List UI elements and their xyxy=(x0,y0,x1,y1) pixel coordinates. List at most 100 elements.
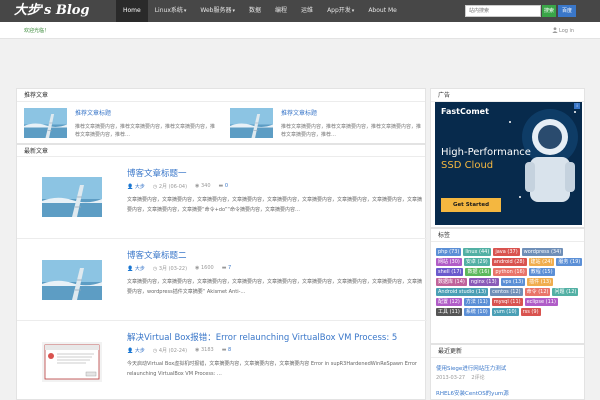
user-icon: 👤 xyxy=(127,348,134,354)
chevron-down-icon: ▾ xyxy=(232,8,236,14)
tag-link[interactable]: 方法 (11) xyxy=(463,298,490,306)
tag-link[interactable]: 插件 (13) xyxy=(527,278,554,286)
nav-item-1[interactable]: Linux系统▾ xyxy=(148,0,194,22)
tag-cloud-box: 标签 php (73) linux (44) java (37) wordpress … xyxy=(430,228,585,344)
post-title[interactable]: 博客文章标题二 xyxy=(127,249,187,261)
login-label: Log in xyxy=(559,28,575,34)
post-comments[interactable]: ▬ 8 xyxy=(222,347,232,354)
ad-headline: High-Performance xyxy=(441,147,531,158)
nav-item-6[interactable]: App开发▾ xyxy=(320,0,361,22)
tag-link[interactable]: nginx (13) xyxy=(468,278,499,286)
clock-icon: ◷ xyxy=(152,266,158,272)
ad-subheadline: SSD Cloud xyxy=(441,160,494,171)
nav-item-3[interactable]: 数据 xyxy=(242,0,268,22)
nav-item-7[interactable]: About Me xyxy=(361,0,404,22)
tag-link[interactable]: wordpress (34) xyxy=(521,248,564,256)
astronaut-illustration xyxy=(509,109,578,202)
featured-item[interactable]: 推荐文章标题 推荐文章摘要内容，推荐文章摘要内容，推荐文章摘要内容，推荐文章摘要… xyxy=(17,108,217,140)
tag-link[interactable]: shell (17) xyxy=(436,268,464,276)
nav-item-2[interactable]: Web服务器▾ xyxy=(193,0,242,22)
tag-link[interactable]: eclipse (11) xyxy=(524,298,558,306)
post-item: 博客文章标题二 👤 大步 ◷ 3月 (03-22) ◉ 1600 ▬ 7 文章摘… xyxy=(17,239,427,321)
tag-link[interactable]: php (73) xyxy=(436,248,462,256)
featured-item-title[interactable]: 推荐文章标题 xyxy=(75,108,111,117)
tag-link[interactable]: python (16) xyxy=(493,268,527,276)
tag-link[interactable]: 命令 (12) xyxy=(524,288,551,296)
post-author[interactable]: 👤 大步 xyxy=(127,183,145,190)
nav-item-4[interactable]: 编程 xyxy=(268,0,294,22)
recent-post-meta: 2013-03-27 2评论 xyxy=(436,375,485,381)
fastcomet-ad-banner[interactable]: FastComet High-Performance SSD Cloud Get… xyxy=(435,102,582,225)
login-link[interactable]: Log in xyxy=(552,27,574,34)
tag-link[interactable]: centos (12) xyxy=(490,288,523,296)
tag-link[interactable]: 建站 (24) xyxy=(528,258,555,266)
tag-link[interactable]: 教程 (15) xyxy=(528,268,555,276)
post-views: ◉ 3183 xyxy=(195,347,214,353)
chevron-down-icon: ▾ xyxy=(351,8,355,14)
featured-posts-box: 推荐文章 推荐文章标题 推荐文章摘要内容，推荐文章摘要内容，推荐文章摘要内容，推… xyxy=(16,88,426,144)
ad-info-icon[interactable]: i xyxy=(574,103,580,109)
featured-item[interactable]: 推荐文章标题 推荐文章摘要内容，推荐文章摘要内容，推荐文章摘要内容，推荐文章摘要… xyxy=(223,108,423,140)
comment-icon: ▬ xyxy=(218,183,224,189)
tag-link[interactable]: 数据 (16) xyxy=(465,268,492,276)
tag-link[interactable]: 网站 (30) xyxy=(436,258,462,266)
nav-item-label: About Me xyxy=(368,7,397,14)
tag-link[interactable]: 问题 (12) xyxy=(552,288,579,296)
recent-post-link[interactable]: RHEL6安装CentOS的yum源 xyxy=(436,389,509,397)
tag-link[interactable]: yum (10) xyxy=(491,308,519,316)
search-input[interactable] xyxy=(465,5,541,17)
post-author[interactable]: 👤 大步 xyxy=(127,347,145,354)
tag-link[interactable]: 配置 (12) xyxy=(436,298,462,306)
post-thumbnail[interactable] xyxy=(42,342,102,382)
welcome-bar: 欢迎光临！ Log in xyxy=(0,22,600,39)
post-comments[interactable]: ▬ 7 xyxy=(222,265,232,272)
tag-link[interactable]: Android studio (13) xyxy=(436,288,489,296)
nav-item-0[interactable]: Home xyxy=(116,0,148,22)
post-thumbnail[interactable] xyxy=(230,108,273,138)
eye-icon: ◉ xyxy=(195,183,200,189)
ad-cta-button[interactable]: Get Started xyxy=(441,198,501,212)
recent-post-link[interactable]: 使用Siege进行网站压力测试 xyxy=(436,364,506,372)
nav-item-label: App开发 xyxy=(327,7,351,14)
tag-link[interactable]: 工具 (11) xyxy=(436,308,462,316)
tag-link[interactable]: 安卓 (29) xyxy=(463,258,490,266)
tag-link[interactable]: android (28) xyxy=(491,258,527,266)
post-title[interactable]: 博客文章标题一 xyxy=(127,167,187,179)
post-excerpt: 今天启动Virtual Box虚拟机时报错，文章摘要内容，文章摘要内容，文章摘要… xyxy=(127,361,417,377)
tag-link[interactable]: linux (44) xyxy=(463,248,492,256)
tag-link[interactable]: java (37) xyxy=(493,248,520,256)
post-date: ◷ 4月 (02-24) xyxy=(152,348,188,354)
search-button[interactable]: 搜索 xyxy=(542,5,556,17)
tag-link[interactable]: 系统 (10) xyxy=(463,308,490,316)
welcome-text: 欢迎光临！ xyxy=(24,28,50,34)
latest-posts-box: 最新文章 博客文章标题一 👤 大步 ◷ 2月 (06-04) ◉ 340 ▬ 0… xyxy=(16,144,427,400)
nav-item-5[interactable]: 运维 xyxy=(294,0,320,22)
top-navbar: 大步's Blog Home Linux系统▾ Web服务器▾ 数据 编程 运维 App开发… xyxy=(0,0,600,22)
user-icon: 👤 xyxy=(127,184,134,190)
post-thumbnail[interactable] xyxy=(42,177,102,217)
tag-link[interactable]: rss (9) xyxy=(520,308,541,316)
baidu-search-button[interactable]: 百度 xyxy=(558,5,576,17)
featured-item-title[interactable]: 推荐文章标题 xyxy=(281,108,317,117)
post-views: ◉ 340 xyxy=(195,183,211,189)
post-thumbnail[interactable] xyxy=(42,260,102,300)
tag-link[interactable]: mysql (11) xyxy=(491,298,523,306)
post-title[interactable]: 解决Virtual Box报错：Error relaunching Virtua… xyxy=(127,331,397,343)
post-excerpt: 文章摘要内容，文章摘要内容，文章摘要内容，文章摘要内容，文章摘要内容，文章摘要内… xyxy=(127,197,423,213)
post-meta: 👤 大步 ◷ 3月 (03-22) ◉ 1600 ▬ 7 xyxy=(127,265,231,272)
eye-icon: ◉ xyxy=(195,265,200,271)
tag-link[interactable]: vps (13) xyxy=(500,278,526,286)
post-thumbnail[interactable] xyxy=(24,108,67,138)
recent-posts-title: 最近更新 xyxy=(431,345,584,358)
post-author[interactable]: 👤 大步 xyxy=(127,265,145,272)
tag-link[interactable]: 服务 (19) xyxy=(556,258,583,266)
nav-item-label: 数据 xyxy=(249,7,262,14)
nav-item-label: Web服务器 xyxy=(200,7,232,14)
nav-item-label: 编程 xyxy=(275,7,288,14)
tag-link[interactable]: 数据库 (14) xyxy=(436,278,467,286)
ad-box-title: 广告 xyxy=(431,89,584,102)
featured-item-desc: 推荐文章摘要内容，推荐文章摘要内容，推荐文章摘要内容，推荐文章摘要内容，推荐… xyxy=(75,124,216,138)
post-comments[interactable]: ▬ 0 xyxy=(219,183,229,190)
post-date: ◷ 3月 (03-22) xyxy=(152,266,188,272)
site-logo[interactable]: 大步's Blog xyxy=(14,1,90,21)
